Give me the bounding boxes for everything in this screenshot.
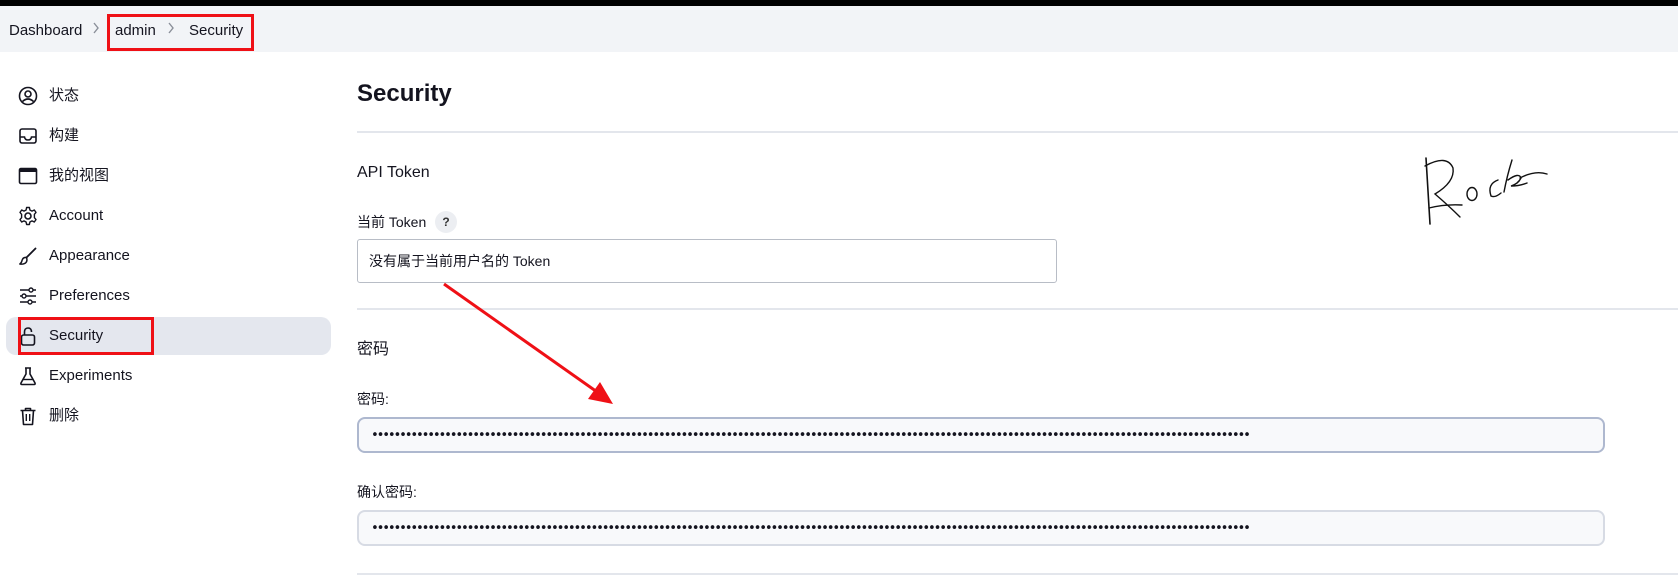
sidebar-item-preferences[interactable]: Preferences [6, 277, 331, 315]
trash-icon [18, 406, 38, 426]
sidebar-item-label: 状态 [49, 87, 80, 104]
breadcrumb [0, 6, 1678, 52]
divider [357, 573, 1678, 575]
breadcrumb-security[interactable]: Security [189, 22, 243, 40]
sidebar-item-security[interactable]: Security [6, 317, 331, 355]
password-section-title: 密码 [357, 341, 390, 358]
sidebar-item-label: Security [49, 327, 104, 344]
sidebar-item-label: Preferences [49, 287, 130, 304]
sidebar-item-account[interactable]: Account [6, 197, 331, 235]
sidebar-item-builds[interactable]: 构建 [6, 117, 331, 155]
window-icon [18, 166, 38, 186]
breadcrumb-dashboard[interactable]: Dashboard [9, 22, 82, 40]
sidebar-item-label: Appearance [49, 247, 130, 264]
divider [357, 131, 1678, 133]
sidebar-item-status[interactable]: 状态 [6, 77, 331, 115]
sidebar-item-label: Account [49, 207, 104, 224]
page-title: Security [357, 80, 452, 107]
divider [357, 308, 1678, 310]
sidebar-item-label: 删除 [49, 407, 80, 424]
brush-icon [18, 246, 38, 266]
chevron-right-icon [92, 22, 100, 34]
sidebar-item-label: Experiments [49, 367, 133, 384]
sliders-icon [18, 286, 38, 306]
current-token-field: 没有属于当前用户名的 Token [357, 239, 1057, 283]
user-circle-icon [18, 86, 38, 106]
password-label: 密码: [357, 391, 389, 407]
handwritten-signature [1424, 157, 1548, 225]
chevron-right-icon [167, 22, 175, 34]
flask-icon [18, 366, 38, 386]
sidebar-item-my-views[interactable]: 我的视图 [6, 157, 331, 195]
breadcrumb-admin[interactable]: admin [115, 22, 156, 40]
help-button[interactable]: ? [435, 211, 457, 233]
sidebar-item-label: 构建 [49, 127, 80, 144]
sidebar-item-appearance[interactable]: Appearance [6, 237, 331, 275]
confirm-password-input[interactable] [357, 510, 1605, 546]
password-input[interactable] [357, 417, 1605, 453]
sidebar-item-delete[interactable]: 删除 [6, 397, 331, 435]
lock-icon [18, 326, 38, 346]
inbox-icon [18, 126, 38, 146]
confirm-password-label: 确认密码: [357, 484, 417, 500]
api-token-section-title: API Token [357, 164, 430, 181]
current-token-label: 当前 Token [357, 214, 427, 230]
gear-icon [18, 206, 38, 226]
sidebar-item-label: 我的视图 [49, 167, 110, 184]
sidebar-item-experiments[interactable]: Experiments [6, 357, 331, 395]
